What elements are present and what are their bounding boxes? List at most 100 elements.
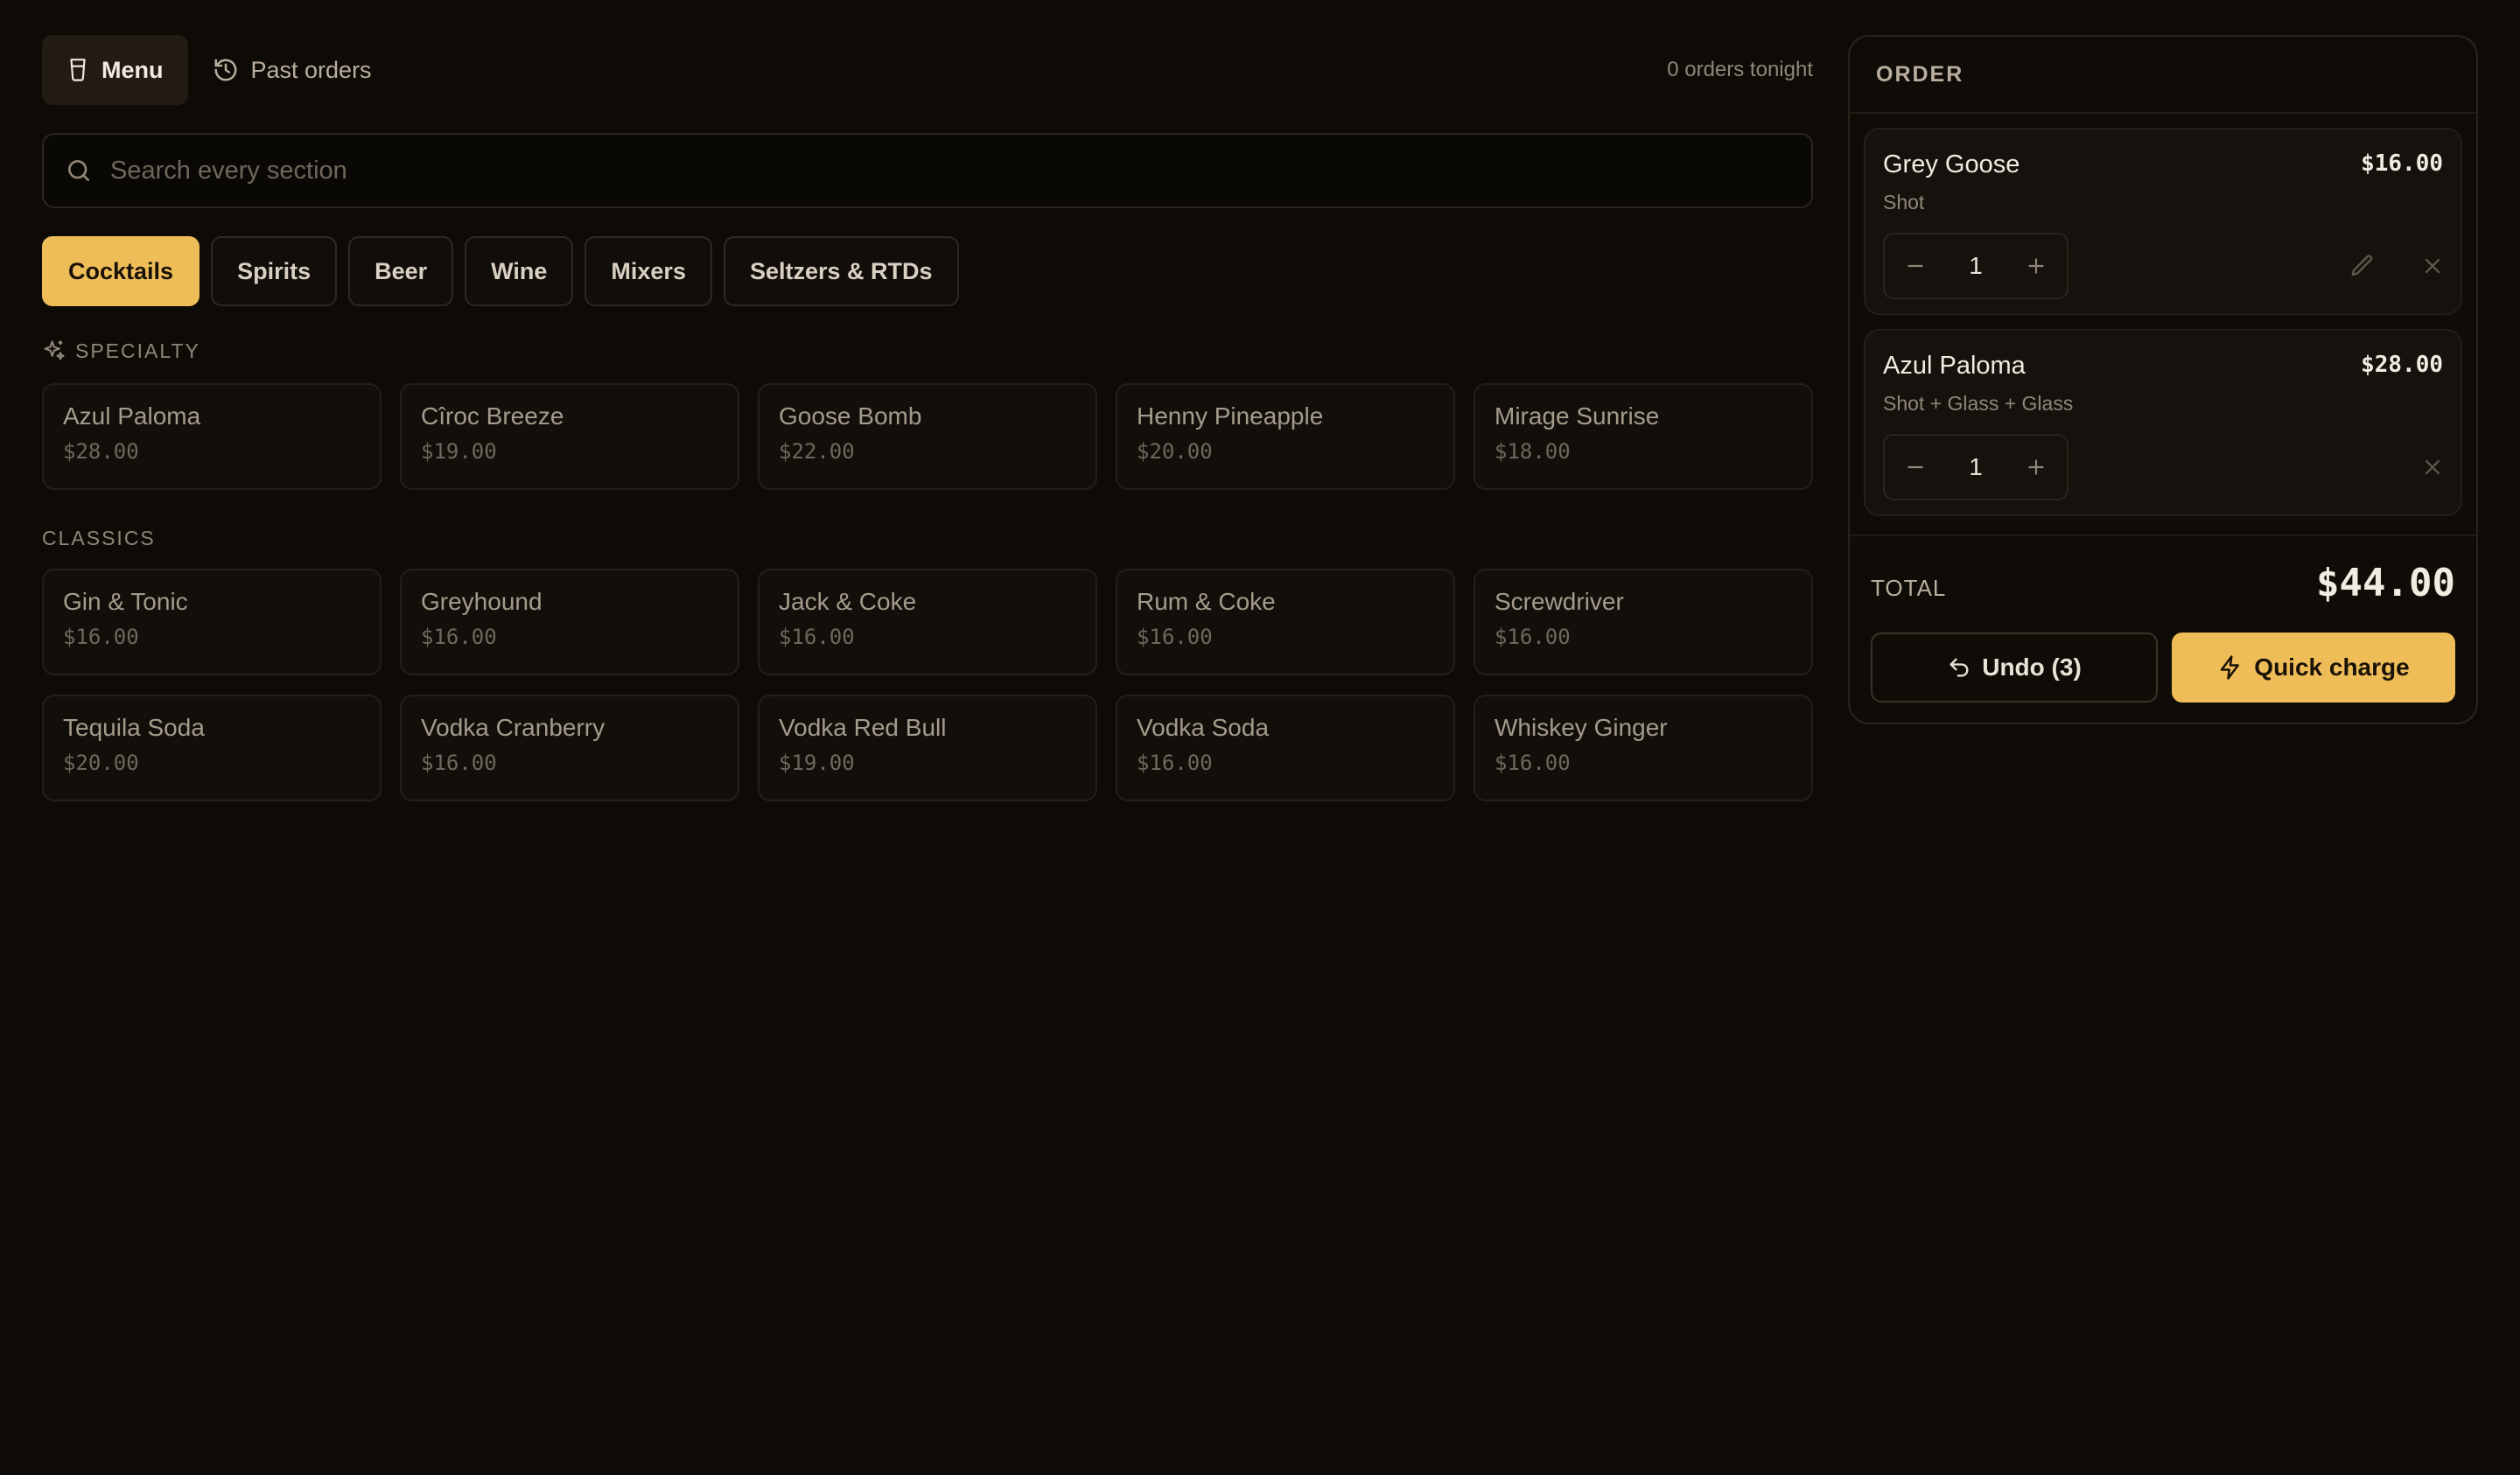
menu-item-price: $19.00: [779, 751, 855, 775]
menu-item-price: $16.00: [1137, 751, 1213, 775]
minus-icon: [1908, 465, 1923, 469]
order-panel: ORDER Grey Goose $16.00 Shot 1 Azul Palo…: [1848, 35, 2478, 724]
menu-item-price: $28.00: [63, 439, 139, 464]
increase-quantity-button[interactable]: [2006, 234, 2067, 297]
menu-item-price: $16.00: [1494, 625, 1571, 649]
lightning-icon: [2221, 655, 2240, 680]
menu-item-card[interactable]: Vodka Red Bull $19.00: [758, 695, 1097, 801]
menu-item-name: Rum & Coke: [1137, 588, 1276, 615]
decrease-quantity-button[interactable]: [1885, 436, 1946, 499]
tab-wine[interactable]: Wine: [465, 236, 574, 306]
search-icon: [68, 160, 89, 181]
remove-line-button[interactable]: [2413, 448, 2452, 486]
menu-item-name: Vodka Red Bull: [779, 714, 947, 741]
tab-seltzers-rtds[interactable]: Seltzers & RTDs: [723, 236, 959, 306]
menu-column: Menu Past orders 0 orders tonight Cockta…: [42, 35, 1813, 801]
menu-item-name: Vodka Soda: [1137, 714, 1270, 741]
order-line: Azul Paloma $28.00 Shot + Glass + Glass …: [1864, 329, 2462, 516]
tab-beer[interactable]: Beer: [348, 236, 454, 306]
menu-item-name: Greyhound: [421, 588, 542, 615]
search-bar: [42, 133, 1813, 208]
menu-item-name: Whiskey Ginger: [1494, 714, 1668, 741]
menu-item-card[interactable]: Mirage Sunrise $18.00: [1474, 383, 1813, 490]
order-line-price: $28.00: [2361, 352, 2443, 378]
section-title-classics: CLASSICS: [42, 526, 156, 549]
tab-spirits[interactable]: Spirits: [211, 236, 338, 306]
tab-mixers[interactable]: Mixers: [584, 236, 712, 306]
specialty-grid: Azul Paloma $28.00 Cîroc Breeze $19.00 G…: [42, 383, 1813, 490]
section-title-specialty: SPECIALTY: [75, 339, 200, 362]
close-icon: [2425, 258, 2440, 274]
menu-item-card[interactable]: Screwdriver $16.00: [1474, 569, 1813, 675]
menu-item-name: Jack & Coke: [779, 588, 917, 615]
menu-item-price: $16.00: [779, 625, 855, 649]
menu-item-price: $16.00: [421, 751, 497, 775]
menu-item-card[interactable]: Vodka Soda $16.00: [1116, 695, 1455, 801]
increase-quantity-button[interactable]: [2006, 436, 2067, 499]
menu-item-price: $16.00: [1137, 625, 1213, 649]
quick-charge-label: Quick charge: [2254, 654, 2410, 681]
category-tabs: Cocktails Spirits Beer Wine Mixers Seltz…: [42, 236, 1813, 306]
menu-item-card[interactable]: Azul Paloma $28.00: [42, 383, 382, 490]
total-label: TOTAL: [1871, 575, 1947, 601]
edit-line-button[interactable]: [2343, 247, 2382, 285]
order-line-name: Grey Goose: [1883, 150, 2020, 178]
menu-item-card[interactable]: Rum & Coke $16.00: [1116, 569, 1455, 675]
menu-item-name: Screwdriver: [1494, 588, 1624, 615]
order-totals: TOTAL $44.00 Undo (3) Quick charge: [1850, 535, 2476, 703]
quick-charge-button[interactable]: Quick charge: [2172, 633, 2455, 703]
past-orders-nav-label: Past orders: [250, 56, 372, 83]
menu-item-name: Cîroc Breeze: [421, 402, 564, 430]
classics-grid: Gin & Tonic $16.00 Greyhound $16.00 Jack…: [42, 569, 1813, 801]
quantity-stepper: 1: [1883, 233, 2068, 299]
order-line-modifiers: Shot + Glass + Glass: [1883, 392, 2074, 415]
menu-item-card[interactable]: Whiskey Ginger $16.00: [1474, 695, 1813, 801]
order-line: Grey Goose $16.00 Shot 1: [1864, 128, 2462, 315]
section-header-classics: CLASSICS: [42, 525, 1813, 551]
history-icon: [214, 59, 236, 81]
menu-item-price: $19.00: [421, 439, 497, 464]
top-nav: Menu Past orders 0 orders tonight: [42, 35, 1813, 105]
menu-item-name: Henny Pineapple: [1137, 402, 1324, 430]
quantity-value: 1: [1969, 252, 1983, 279]
pencil-icon: [2351, 255, 2373, 276]
pos-app: Menu Past orders 0 orders tonight Cockta…: [0, 0, 2520, 1475]
menu-item-name: Gin & Tonic: [63, 588, 188, 615]
menu-item-price: $20.00: [63, 751, 139, 775]
menu-item-name: Goose Bomb: [779, 402, 922, 430]
quantity-value: 1: [1969, 453, 1983, 480]
tab-cocktails[interactable]: Cocktails: [42, 236, 200, 306]
menu-item-name: Mirage Sunrise: [1494, 402, 1660, 430]
menu-item-price: $22.00: [779, 439, 855, 464]
section-header-specialty: SPECIALTY: [42, 338, 1813, 364]
menu-item-price: $20.00: [1137, 439, 1213, 464]
menu-item-price: $16.00: [421, 625, 497, 649]
order-line-name: Azul Paloma: [1883, 352, 2026, 380]
menu-item-card[interactable]: Henny Pineapple $20.00: [1116, 383, 1455, 490]
menu-nav-button[interactable]: Menu: [42, 35, 188, 105]
menu-item-name: Vodka Cranberry: [421, 714, 606, 741]
minus-icon: [1908, 264, 1923, 268]
menu-item-card[interactable]: Tequila Soda $20.00: [42, 695, 382, 801]
menu-item-card[interactable]: Goose Bomb $22.00: [758, 383, 1097, 490]
glass-icon: [70, 59, 86, 81]
menu-item-card[interactable]: Cîroc Breeze $19.00: [400, 383, 739, 490]
undo-label: Undo (3): [1982, 654, 2082, 681]
past-orders-nav-button[interactable]: Past orders: [188, 35, 396, 105]
menu-item-card[interactable]: Greyhound $16.00: [400, 569, 739, 675]
order-line-modifiers: Shot: [1883, 191, 1925, 213]
total-value: $44.00: [2316, 561, 2455, 605]
order-panel-title: ORDER: [1850, 37, 2476, 114]
menu-item-card[interactable]: Gin & Tonic $16.00: [42, 569, 382, 675]
search-input[interactable]: [108, 155, 1811, 186]
decrease-quantity-button[interactable]: [1885, 234, 1946, 297]
menu-item-card[interactable]: Jack & Coke $16.00: [758, 569, 1097, 675]
menu-item-name: Azul Paloma: [63, 402, 201, 430]
plus-icon: [2028, 459, 2044, 475]
remove-line-button[interactable]: [2413, 247, 2452, 285]
menu-item-card[interactable]: Vodka Cranberry $16.00: [400, 695, 739, 801]
undo-button[interactable]: Undo (3): [1871, 633, 2158, 703]
order-line-price: $16.00: [2361, 150, 2443, 177]
menu-item-name: Tequila Soda: [63, 714, 205, 741]
undo-icon: [1950, 658, 1969, 677]
